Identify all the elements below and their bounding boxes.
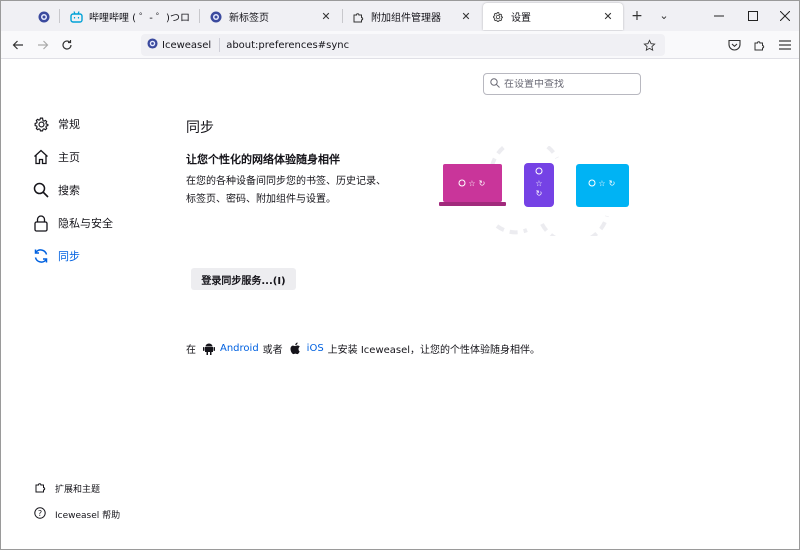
tab-new-tab[interactable]: 新标签页 ✕	[201, 3, 341, 30]
sync-icon	[32, 247, 50, 265]
svg-text:☆: ☆	[468, 179, 475, 188]
identity-box[interactable]: Iceweasel	[147, 38, 221, 52]
tab-pinned-iceweasel[interactable]	[29, 3, 59, 30]
navigation-toolbar: Iceweasel about:preferences#sync	[1, 31, 799, 59]
tab-label: 附加组件管理器	[371, 13, 441, 24]
sidebar-item-label: 主页	[58, 151, 80, 164]
sidebar-footer-label: Iceweasel 帮助	[55, 511, 121, 521]
svg-text:↻: ↻	[479, 179, 486, 188]
description-line: 在您的各种设备间同步您的书签、历史记录、	[186, 176, 386, 187]
close-icon[interactable]: ✕	[601, 10, 615, 24]
puzzle-icon	[351, 10, 365, 24]
tab-addons-manager[interactable]: 附加组件管理器 ✕	[343, 3, 481, 30]
help-icon: ?	[34, 507, 46, 522]
iceweasel-icon	[37, 10, 51, 24]
tablet-icon: ☆ ↻	[576, 164, 629, 207]
gear-icon	[32, 115, 50, 133]
apple-icon	[289, 342, 303, 356]
svg-text:↻: ↻	[536, 189, 543, 198]
back-arrow-icon[interactable]	[9, 36, 27, 54]
svg-text:↻: ↻	[609, 179, 616, 188]
url-text[interactable]: about:preferences#sync	[226, 40, 349, 51]
sidebar-item-sync[interactable]: 同步	[32, 246, 80, 266]
tab-settings[interactable]: 设置 ✕	[483, 3, 623, 30]
hamburger-menu-icon[interactable]	[776, 36, 794, 54]
sidebar-item-privacy[interactable]: 隐私与安全	[32, 213, 113, 233]
tab-list-chevron-down-icon[interactable]: ⌄	[655, 7, 673, 25]
close-icon[interactable]: ✕	[459, 10, 473, 24]
browser-window: 哔哩哔哩 ( ゜- ゜)つロ 干杯~ 新标签页 ✕ 附加组件管理器 ✕ 设置 ✕…	[0, 0, 800, 550]
sidebar-item-label: 同步	[58, 250, 80, 263]
puzzle-icon	[34, 481, 46, 496]
phone-icon: ☆ ↻	[524, 163, 554, 207]
minimize-icon[interactable]	[707, 5, 731, 27]
extensions-puzzle-icon[interactable]	[750, 36, 768, 54]
search-field[interactable]	[483, 73, 641, 95]
sync-devices-illustration: ☆ ↻ ☆ ↻ ☆ ↻	[439, 146, 629, 236]
close-icon[interactable]: ✕	[319, 10, 333, 24]
new-tab-icon[interactable]: +	[628, 7, 646, 25]
tab-label: 设置	[511, 13, 531, 24]
sign-in-sync-button[interactable]: 登录同步服务...(I)	[191, 268, 296, 290]
search-icon	[32, 181, 50, 199]
preferences-page: 常规 主页 搜索 隐私与安全 同步	[1, 60, 799, 549]
laptop-icon: ☆ ↻	[439, 164, 506, 206]
apps-or: 或者	[262, 345, 283, 356]
search-icon	[490, 77, 500, 91]
page-title: 同步	[186, 120, 214, 136]
bookmark-star-icon[interactable]	[641, 37, 657, 53]
iceweasel-icon	[209, 10, 223, 24]
apps-suffix: 上安装 Iceweasel，让您的个性体验随身相伴。	[327, 345, 541, 356]
lock-icon	[32, 214, 50, 232]
tab-label: 哔哩哔哩 ( ゜- ゜)つロ 干杯~	[89, 13, 189, 24]
android-link[interactable]: Android	[220, 343, 259, 354]
sidebar-item-general[interactable]: 常规	[32, 114, 80, 134]
sidebar-item-label: 常规	[58, 118, 80, 131]
search-input[interactable]	[504, 78, 634, 90]
url-bar[interactable]: Iceweasel about:preferences#sync	[141, 34, 665, 56]
sidebar-footer-label: 扩展和主题	[55, 485, 101, 495]
sidebar-item-search[interactable]: 搜索	[32, 180, 80, 200]
svg-text:☆: ☆	[598, 179, 605, 188]
identity-label: Iceweasel	[162, 39, 212, 51]
gear-icon	[491, 10, 505, 24]
pocket-icon[interactable]	[725, 36, 743, 54]
forward-arrow-icon[interactable]	[34, 36, 52, 54]
sidebar-item-label: 搜索	[58, 184, 80, 197]
tab-label: 新标签页	[229, 13, 269, 24]
iceweasel-icon	[147, 38, 158, 52]
apps-prefix: 在	[186, 345, 196, 356]
bilibili-icon	[69, 10, 83, 24]
maximize-icon[interactable]	[741, 5, 765, 27]
ios-link[interactable]: iOS	[307, 343, 324, 354]
sidebar-footer-help[interactable]: ? Iceweasel 帮助	[34, 507, 120, 522]
sidebar-item-home[interactable]: 主页	[32, 147, 80, 167]
sync-heading: 让您个性化的网络体验随身相伴	[186, 153, 340, 166]
sidebar-item-label: 隐私与安全	[58, 217, 113, 230]
android-icon	[202, 342, 216, 356]
description-line: 标签页、密码、附加组件与设置。	[186, 194, 336, 205]
home-icon	[32, 148, 50, 166]
svg-text:?: ?	[38, 509, 42, 518]
sync-description: 在您的各种设备间同步您的书签、历史记录、 标签页、密码、附加组件与设置。	[186, 173, 416, 209]
sidebar-footer-extensions[interactable]: 扩展和主题	[34, 481, 100, 496]
mobile-apps-line: 在 Android 或者 iOS 上安装 Iceweasel，让您的个性体验随身…	[186, 341, 540, 356]
tab-strip: 哔哩哔哩 ( ゜- ゜)つロ 干杯~ 新标签页 ✕ 附加组件管理器 ✕ 设置 ✕…	[1, 1, 799, 31]
reload-icon[interactable]	[58, 36, 76, 54]
tab-bilibili[interactable]: 哔哩哔哩 ( ゜- ゜)つロ 干杯~	[61, 3, 197, 30]
svg-text:☆: ☆	[535, 179, 542, 188]
close-window-icon[interactable]	[773, 5, 797, 27]
